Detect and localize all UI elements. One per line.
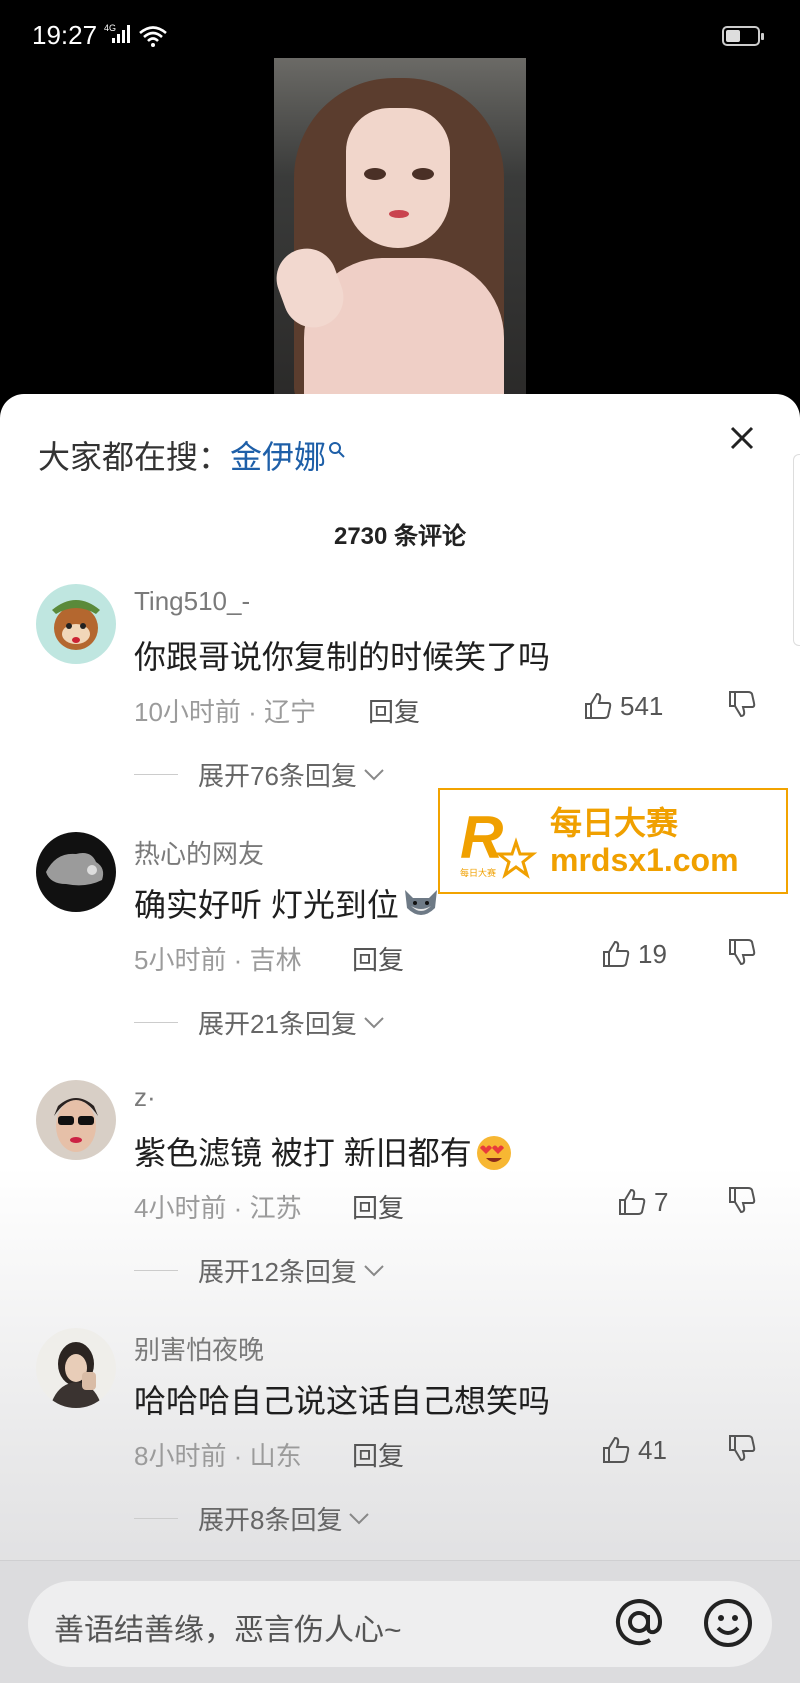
thumbs-up-icon xyxy=(603,940,630,967)
expand-replies[interactable]: 展开12条回复 xyxy=(134,1252,385,1289)
mention-icon[interactable] xyxy=(612,1595,666,1653)
svg-text:R: R xyxy=(460,804,503,871)
svg-text:4G: 4G xyxy=(104,23,116,33)
avatar[interactable] xyxy=(36,832,116,912)
comment-username[interactable]: Ting510_- xyxy=(134,586,250,617)
avatar[interactable] xyxy=(36,1080,116,1160)
chevron-down-icon xyxy=(364,1264,384,1276)
comment-count: 2730 条评论 xyxy=(333,523,467,550)
thumbs-down-icon[interactable] xyxy=(726,936,758,972)
reply-button[interactable]: 回复 xyxy=(352,940,404,977)
like-count: 7 xyxy=(654,1186,669,1217)
cellular-signal-icon: 4G xyxy=(104,22,134,48)
comment-username[interactable]: 热心的网友 xyxy=(134,834,264,871)
comment-input[interactable]: 善语结善缘，恶言伤人心~ xyxy=(28,1581,772,1667)
watermark-overlay: R 每日大赛 每日大赛 mrdsx1.com xyxy=(438,788,788,894)
comment-text: 确实好听 灯光到位 xyxy=(134,880,441,930)
comment-username[interactable]: 别害怕夜晚 xyxy=(134,1330,264,1367)
like-count: 41 xyxy=(638,1434,667,1465)
comment-text: 哈哈哈自己说这话自己想笑吗 xyxy=(134,1383,551,1419)
status-bar: 19:27 4G xyxy=(0,0,800,58)
thumbs-down-icon[interactable] xyxy=(726,688,758,724)
comment-time-location: 5小时前 · 吉林 xyxy=(134,945,302,975)
wifi-icon xyxy=(138,24,168,52)
comments-sheet: 大家都在搜：金伊娜 2730 条评论 Ting510_- 你跟哥说你复制的时候笑… xyxy=(0,394,800,1682)
avatar[interactable] xyxy=(36,1328,116,1408)
expand-replies[interactable]: 展开21条回复 xyxy=(134,1004,385,1041)
svg-text:每日大赛: 每日大赛 xyxy=(460,867,496,879)
video-player[interactable] xyxy=(0,58,800,398)
watermark-url: mrdsx1.com xyxy=(550,842,739,878)
comment-text: 紫色滤镜 被打 新旧都有 xyxy=(134,1128,514,1179)
thumbs-up-icon xyxy=(603,1436,630,1463)
watermark-logo: R 每日大赛 xyxy=(458,802,542,886)
reply-button[interactable]: 回复 xyxy=(368,692,420,729)
thumbs-down-icon[interactable] xyxy=(726,1184,758,1220)
comment-time-location: 10小时前 · 辽宁 xyxy=(134,697,317,727)
wolf-emoji-icon xyxy=(401,886,441,930)
like-button[interactable]: 541 xyxy=(582,688,663,724)
trending-search[interactable]: 大家都在搜：金伊娜 xyxy=(38,432,346,478)
like-count: 541 xyxy=(620,690,664,721)
thumbs-up-icon xyxy=(619,1188,646,1215)
chevron-down-icon xyxy=(364,1016,384,1028)
comment-item: 别害怕夜晚 哈哈哈自己说这话自己想笑吗 8小时前 · 山东 回复 41 展开8条… xyxy=(0,1328,800,1578)
comment-time-location: 8小时前 · 山东 xyxy=(134,1441,302,1471)
expand-replies[interactable]: 展开76条回复 xyxy=(134,756,385,793)
expand-replies[interactable]: 展开8条回复 xyxy=(134,1500,370,1537)
heart-eyes-emoji-icon xyxy=(474,1133,514,1179)
reply-button[interactable]: 回复 xyxy=(352,1436,404,1473)
thumbs-down-icon[interactable] xyxy=(726,1432,758,1468)
comment-time-location: 4小时前 · 江苏 xyxy=(134,1193,302,1223)
comment-text: 你跟哥说你复制的时候笑了吗 xyxy=(134,639,551,675)
like-button[interactable]: 7 xyxy=(616,1184,668,1220)
comment-input-placeholder: 善语结善缘，恶言伤人心~ xyxy=(54,1614,402,1647)
thumbs-up-icon xyxy=(585,692,612,719)
status-time: 19:27 xyxy=(32,20,98,50)
like-button[interactable]: 19 xyxy=(600,936,667,972)
chevron-down-icon xyxy=(364,768,384,780)
chevron-down-icon xyxy=(349,1512,370,1524)
comment-username[interactable]: z· xyxy=(134,1082,156,1113)
trending-search-keyword[interactable]: 金伊娜 xyxy=(230,439,326,475)
reply-button[interactable]: 回复 xyxy=(352,1188,404,1225)
trending-search-label: 大家都在搜： xyxy=(38,439,231,475)
like-button[interactable]: 41 xyxy=(600,1432,667,1468)
search-icon xyxy=(328,430,346,467)
close-icon[interactable] xyxy=(728,424,756,452)
emoji-icon[interactable] xyxy=(702,1597,754,1653)
video-thumbnail xyxy=(274,58,526,398)
comment-input-bar: 善语结善缘，恶言伤人心~ xyxy=(0,1560,800,1683)
watermark-title: 每日大赛 xyxy=(550,805,679,841)
battery-icon xyxy=(722,26,764,46)
avatar[interactable] xyxy=(36,584,116,664)
like-count: 19 xyxy=(638,938,667,969)
comment-item: z· 紫色滤镜 被打 新旧都有 4小时前 · 江苏 回复 7 展开12条回复 xyxy=(0,1080,800,1330)
